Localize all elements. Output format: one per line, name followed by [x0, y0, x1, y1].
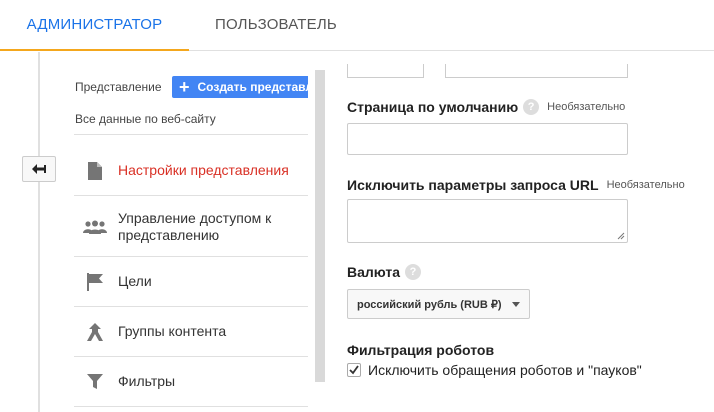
back-button[interactable]	[22, 156, 56, 182]
partial-field[interactable]	[445, 64, 628, 78]
sidebar-item-view-settings[interactable]: Настройки представления	[74, 146, 308, 196]
exclude-params-label: Исключить параметры запроса URL Необязат…	[347, 177, 685, 193]
tab-user[interactable]: ПОЛЬЗОВАТЕЛЬ	[215, 0, 337, 51]
document-icon	[74, 161, 118, 180]
filter-icon	[74, 373, 118, 390]
nav-rail	[38, 52, 40, 412]
sidebar-item-label: Настройки представления	[118, 162, 289, 178]
help-icon[interactable]: ?	[523, 99, 540, 115]
bot-filtering-checkbox-label[interactable]: Исключить обращения роботов и "пауков"	[368, 362, 642, 378]
view-label: Представление	[75, 80, 162, 94]
sidebar-item-content-groups[interactable]: Группы контента	[74, 307, 308, 357]
exclude-params-label-text: Исключить параметры запроса URL	[347, 177, 599, 193]
resize-handle-icon[interactable]	[617, 232, 625, 240]
sidebar-item-filters[interactable]: Фильтры	[74, 357, 308, 407]
create-view-label: Создать представление	[197, 80, 308, 94]
view-selector[interactable]: Все данные по веб-сайту	[75, 112, 216, 126]
sidebar: Представление + Создать представление Вс…	[74, 52, 308, 412]
create-view-button[interactable]: + Создать представление	[172, 76, 308, 98]
currency-label-text: Валюта	[347, 264, 401, 280]
bot-filtering-label-text: Фильтрация роботов	[347, 342, 495, 358]
divider	[74, 134, 308, 135]
top-tabs: АДМИНИСТРАТОР ПОЛЬЗОВАТЕЛЬ	[0, 0, 714, 51]
optional-hint: Необязательно	[606, 179, 685, 191]
chevron-down-icon	[512, 302, 520, 307]
people-icon	[74, 220, 118, 234]
sidebar-item-access[interactable]: Управление доступом к представлению	[74, 197, 308, 257]
sidebar-item-label: Фильтры	[118, 373, 176, 389]
exclude-params-textarea[interactable]	[347, 199, 628, 243]
bot-filtering-label: Фильтрация роботов	[347, 342, 494, 358]
currency-select[interactable]: российский рубль (RUB ₽)	[347, 289, 530, 319]
default-page-label-text: Страница по умолчанию	[347, 99, 519, 115]
sidebar-item-goals[interactable]: Цели	[74, 257, 308, 307]
default-page-input[interactable]	[347, 123, 628, 155]
default-page-label: Страница по умолчанию ? Необязательно	[347, 99, 625, 115]
bot-filtering-row: Исключить обращения роботов и "пауков"	[347, 362, 642, 378]
partial-field[interactable]	[347, 64, 424, 78]
checkmark-icon	[349, 365, 359, 375]
optional-hint: Необязательно	[547, 101, 626, 113]
content-groups-icon	[74, 322, 118, 341]
arrow-left-icon	[32, 164, 46, 174]
plus-icon: +	[179, 77, 190, 97]
flag-icon	[74, 272, 118, 291]
currency-label: Валюта ?	[347, 264, 422, 280]
sidebar-item-label: Цели	[118, 273, 152, 289]
help-icon[interactable]: ?	[405, 264, 422, 280]
tab-admin[interactable]: АДМИНИСТРАТОР	[0, 0, 189, 51]
bot-filtering-checkbox[interactable]	[347, 363, 361, 377]
sidebar-item-label: Управление доступом к представлению	[118, 209, 272, 243]
scrollbar[interactable]	[315, 70, 325, 382]
view-settings-form: Страница по умолчанию ? Необязательно Ис…	[347, 52, 714, 412]
sidebar-item-label: Группы контента	[118, 323, 227, 339]
currency-value: российский рубль (RUB ₽)	[357, 298, 502, 311]
